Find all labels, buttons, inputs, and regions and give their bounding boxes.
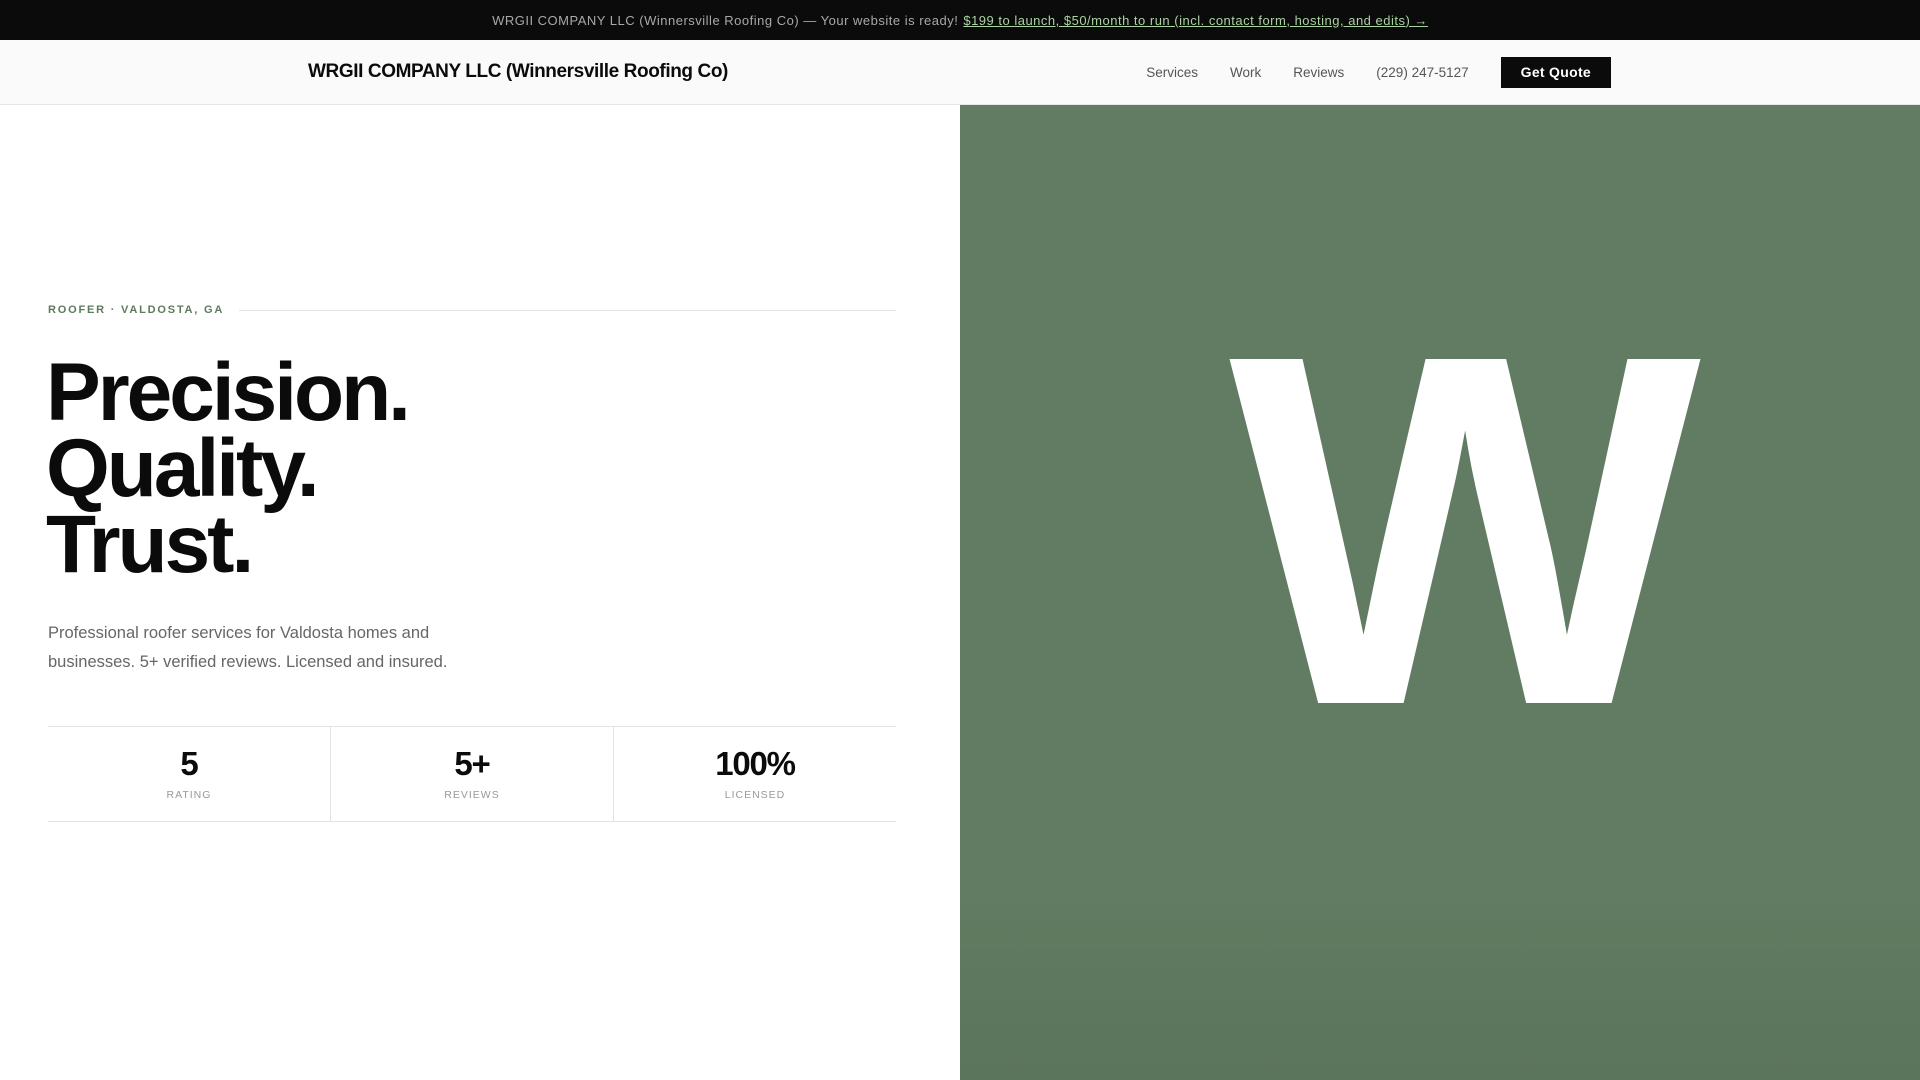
divider [239, 309, 896, 311]
site-header: WRGII COMPANY LLC (Winnersville Roofing … [0, 40, 1920, 105]
stat-reviews: 5+ REVIEWS [331, 727, 614, 821]
stat-label: RATING [166, 789, 212, 801]
nav-work[interactable]: Work [1230, 65, 1261, 80]
stat-licensed: 100% LICENSED [614, 727, 896, 821]
stats-row: 5 RATING 5+ REVIEWS 100% LICENSED [48, 726, 896, 822]
hero-visual-panel: W [960, 105, 1920, 1080]
announcement-text: WRGII COMPANY LLC (Winnersville Roofing … [492, 12, 959, 28]
monogram-letter: W [1229, 250, 1701, 809]
announcement-bar: WRGII COMPANY LLC (Winnersville Roofing … [0, 0, 1920, 40]
stat-value: 100% [715, 745, 796, 782]
nav-links: Services Work Reviews (229) 247-5127 Get… [1146, 40, 1611, 104]
eyebrow-label: ROOFER · VALDOSTA, GA [48, 304, 225, 316]
phone-link[interactable]: (229) 247-5127 [1376, 65, 1468, 80]
headline-line: Trust. [46, 499, 254, 590]
stat-label: REVIEWS [444, 789, 500, 801]
stat-value: 5+ [454, 745, 490, 782]
headline-line: Precision. [46, 347, 411, 438]
headline-line: Quality. [46, 423, 320, 514]
hero-content: ROOFER · VALDOSTA, GA Precision. Quality… [0, 105, 960, 1080]
nav-services[interactable]: Services [1146, 65, 1198, 80]
nav-reviews[interactable]: Reviews [1293, 65, 1344, 80]
hero-description: Professional roofer services for Valdost… [48, 624, 448, 671]
brand-name[interactable]: WRGII COMPANY LLC (Winnersville Roofing … [308, 40, 728, 104]
stat-label: LICENSED [724, 789, 786, 801]
hero-headline: Precision. Quality. Trust. [46, 347, 411, 590]
pricing-link[interactable]: $199 to launch, $50/month to run (incl. … [963, 13, 1428, 28]
get-quote-button[interactable]: Get Quote [1500, 56, 1611, 88]
stat-value: 5 [180, 745, 198, 782]
eyebrow: ROOFER · VALDOSTA, GA [48, 304, 896, 316]
stat-rating: 5 RATING [48, 727, 331, 821]
